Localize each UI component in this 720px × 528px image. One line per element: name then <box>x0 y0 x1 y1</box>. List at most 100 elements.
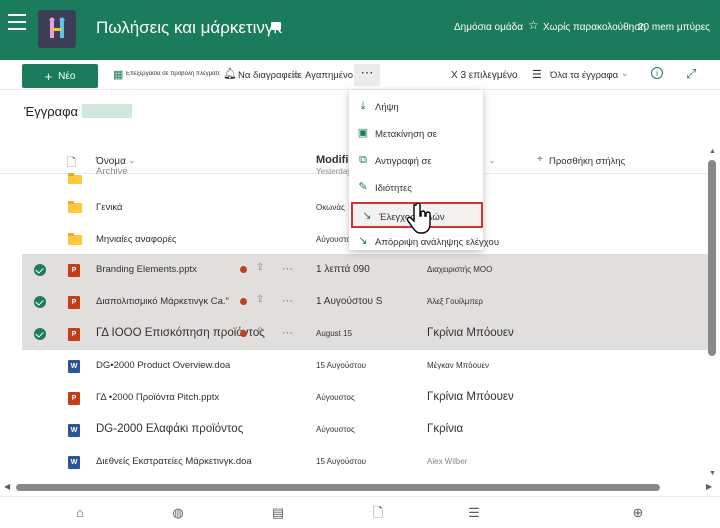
library-title[interactable]: Έγγραφα <box>24 104 78 119</box>
checkmark-icon[interactable] <box>34 328 46 340</box>
vertical-scrollbar[interactable] <box>708 160 716 356</box>
app-bar: ⌂ ◍ ▤ 🗋︎ ☰ ⊕ <box>0 496 720 528</box>
view-selector[interactable]: Όλα τα έγγραφα <box>550 70 618 81</box>
menu-item-label: Ιδιότητες <box>375 183 412 194</box>
row-more-icon[interactable]: ⋯ <box>282 262 293 275</box>
download-icon: ⤓ <box>360 100 366 112</box>
table-row[interactable]: P Διαπολιτισμικό Μάρκετινγκ Ca." ⇪ ⋯ 1 Αυγού… <box>22 286 712 318</box>
table-row[interactable]: P Branding Elements.pptx ⇪ ⋯ 1 λεπτά 090 Διαχ… <box>22 254 712 286</box>
modified-date: Αύγουστος <box>316 393 355 402</box>
copy-icon: ⧉ <box>359 154 367 166</box>
file-name[interactable]: DG-2000 Ελαφάκι προϊόντος <box>96 423 243 435</box>
hamburger-menu-icon[interactable] <box>8 14 26 30</box>
more-actions-button[interactable]: ⋯ <box>354 64 380 86</box>
lists-icon[interactable]: ☰ <box>466 505 482 521</box>
folder-icon <box>68 233 82 245</box>
files-icon[interactable]: 🗋︎ <box>370 505 386 521</box>
plus-icon: + <box>44 68 53 84</box>
chevron-down-icon[interactable]: ⌄ <box>621 68 629 79</box>
grid-icon[interactable]: ▦ <box>113 68 123 81</box>
modified-date: Οκωνάς <box>316 203 345 212</box>
site-logo[interactable] <box>38 10 76 48</box>
favorite-button[interactable]: Αγαπημένο <box>305 70 353 81</box>
modified-date: 15 Αυγούστου <box>316 457 367 466</box>
word-icon: W <box>68 424 80 437</box>
modified-by[interactable]: Άλεξ Γουίλμπερ <box>427 297 483 306</box>
powerpoint-icon: P <box>68 296 80 309</box>
news-icon[interactable]: ▤ <box>270 505 286 521</box>
discard-checkout-icon: ↘ <box>358 235 368 247</box>
favorite-star-icon[interactable]: ☆ <box>291 68 301 81</box>
create-icon[interactable]: ⊕ <box>630 505 646 521</box>
modified-by[interactable]: Γκρίνια Μπόουεν <box>427 327 514 339</box>
modified-by[interactable]: Μέγκαν Μπόουεν <box>427 361 489 370</box>
group-type-label: Δημόσια ομάδα <box>454 22 523 33</box>
new-button[interactable]: + Νέο <box>22 64 98 88</box>
modified-date: 1 Αυγούστου S <box>316 296 383 307</box>
table-row[interactable]: P ΓΔ •2000 Προϊόντα Pitch.pptx Αύγουστος Γκ… <box>22 382 712 414</box>
menu-item-label: Μετακίνηση σε <box>375 129 438 140</box>
scroll-left-icon[interactable]: ◀ <box>4 482 10 491</box>
modified-by[interactable]: Γκρίνια <box>427 423 463 435</box>
expand-icon[interactable]: ⤢ <box>686 66 696 82</box>
horizontal-scrollbar[interactable] <box>16 484 660 491</box>
menu-item-download[interactable]: ⤓ Λήψη <box>349 94 483 120</box>
command-bar: + Νέο ▦ Επεξεργασία σε προβολή πλέγματος… <box>0 60 720 90</box>
scroll-up-icon[interactable]: ▲ <box>709 148 716 155</box>
menu-item-label: Λήψη <box>375 102 399 113</box>
file-name[interactable]: DG•2000 Product Overview.doa <box>96 360 230 371</box>
file-name[interactable]: Διαπολιτισμικό Μάρκετινγκ Ca." <box>96 296 229 307</box>
menu-item-pencil[interactable]: ✎ Ιδιότητες <box>349 175 483 201</box>
file-name[interactable]: ΓΔ •2000 Προϊόντα Pitch.pptx <box>96 392 219 403</box>
bell-icon[interactable]: 🔔︎ <box>223 67 237 80</box>
members-label[interactable]: 20 mem μπύρες <box>638 22 710 33</box>
table-row[interactable]: W DG-2000 Ελαφάκι προϊόντος Αύγουστος Γκρίν… <box>22 414 712 446</box>
teams-icon[interactable] <box>270 20 282 32</box>
row-more-icon[interactable]: ⋯ <box>282 294 293 307</box>
file-name[interactable]: Γενικά <box>96 202 122 213</box>
checked-out-icon <box>240 298 247 305</box>
checkmark-icon[interactable] <box>34 264 46 276</box>
selected-count[interactable]: Χ 3 επιλεγμένο <box>451 70 518 81</box>
globe-icon[interactable]: ◍ <box>170 505 186 521</box>
scroll-down-icon[interactable]: ▼ <box>709 470 716 477</box>
file-name[interactable]: Διεθνείς Εκστρατείες Μάρκετινγκ.doa <box>96 456 252 467</box>
site-title[interactable]: Πωλήσεις και μάρκετινγκ <box>96 18 282 38</box>
modified-date: Αύγουστος <box>316 425 355 434</box>
share-icon[interactable]: ⇪ <box>256 262 264 273</box>
modified-by[interactable]: Γκρίνια Μπόουεν <box>427 391 514 403</box>
checkmark-icon[interactable] <box>34 296 46 308</box>
site-header: Πωλήσεις και μάρκετινγκ Δημόσια ομάδα ☆ … <box>0 0 720 60</box>
folder-icon <box>68 201 82 213</box>
move-icon: ▣ <box>357 127 369 139</box>
modified-date: 15 Αυγούστου <box>316 361 367 370</box>
follow-label[interactable]: Χωρίς παρακολούθηση <box>543 22 646 33</box>
menu-item-label: Αντιγραφή σε <box>375 156 432 167</box>
edit-grid-view-button[interactable]: Επεξεργασία σε προβολή πλέγματος <box>126 71 220 77</box>
modified-by[interactable]: Alex Wilber <box>427 457 467 466</box>
file-name[interactable]: Branding Elements.pptx <box>96 264 197 275</box>
scroll-right-icon[interactable]: ▶ <box>706 482 712 491</box>
view-list-icon[interactable]: ☰ <box>532 68 542 81</box>
checked-out-icon <box>240 266 247 273</box>
table-row[interactable]: P ΓΔ ΙΟΟΟ Επισκόπηση προϊόντος ⇪ ⋯ August 15… <box>22 318 712 350</box>
checkin-icon: ↘ <box>362 210 372 222</box>
table-row[interactable]: W Διεθνείς Εκστρατείες Μάρκετινγκ.doa 15 Α… <box>22 446 712 478</box>
menu-item-move[interactable]: ▣ Μετακίνηση σε <box>349 121 483 147</box>
row-more-icon[interactable]: ⋯ <box>282 326 293 339</box>
word-icon: W <box>68 456 80 469</box>
home-icon[interactable]: ⌂ <box>72 505 88 521</box>
pencil-icon: ✎ <box>358 181 368 193</box>
table-row[interactable]: W DG•2000 Product Overview.doa 15 Αυγούστο… <box>22 350 712 382</box>
menu-item-copy[interactable]: ⧉ Αντιγραφή σε <box>349 148 483 174</box>
share-icon[interactable]: ⇪ <box>256 326 264 337</box>
share-icon[interactable]: ⇪ <box>256 294 264 305</box>
word-icon: W <box>68 360 80 373</box>
modified-date: Yesterday <box>316 167 352 176</box>
star-icon[interactable]: ☆ <box>528 18 539 32</box>
menu-item-label: Απόρριψη ανάληψης ελέγχου <box>375 237 500 248</box>
modified-by[interactable]: Διαχειριστής MOO <box>427 265 492 274</box>
file-name[interactable]: Μηνιαίες αναφορές <box>96 234 177 245</box>
file-name[interactable]: Archive <box>96 166 128 177</box>
info-icon[interactable]: i <box>651 67 663 79</box>
